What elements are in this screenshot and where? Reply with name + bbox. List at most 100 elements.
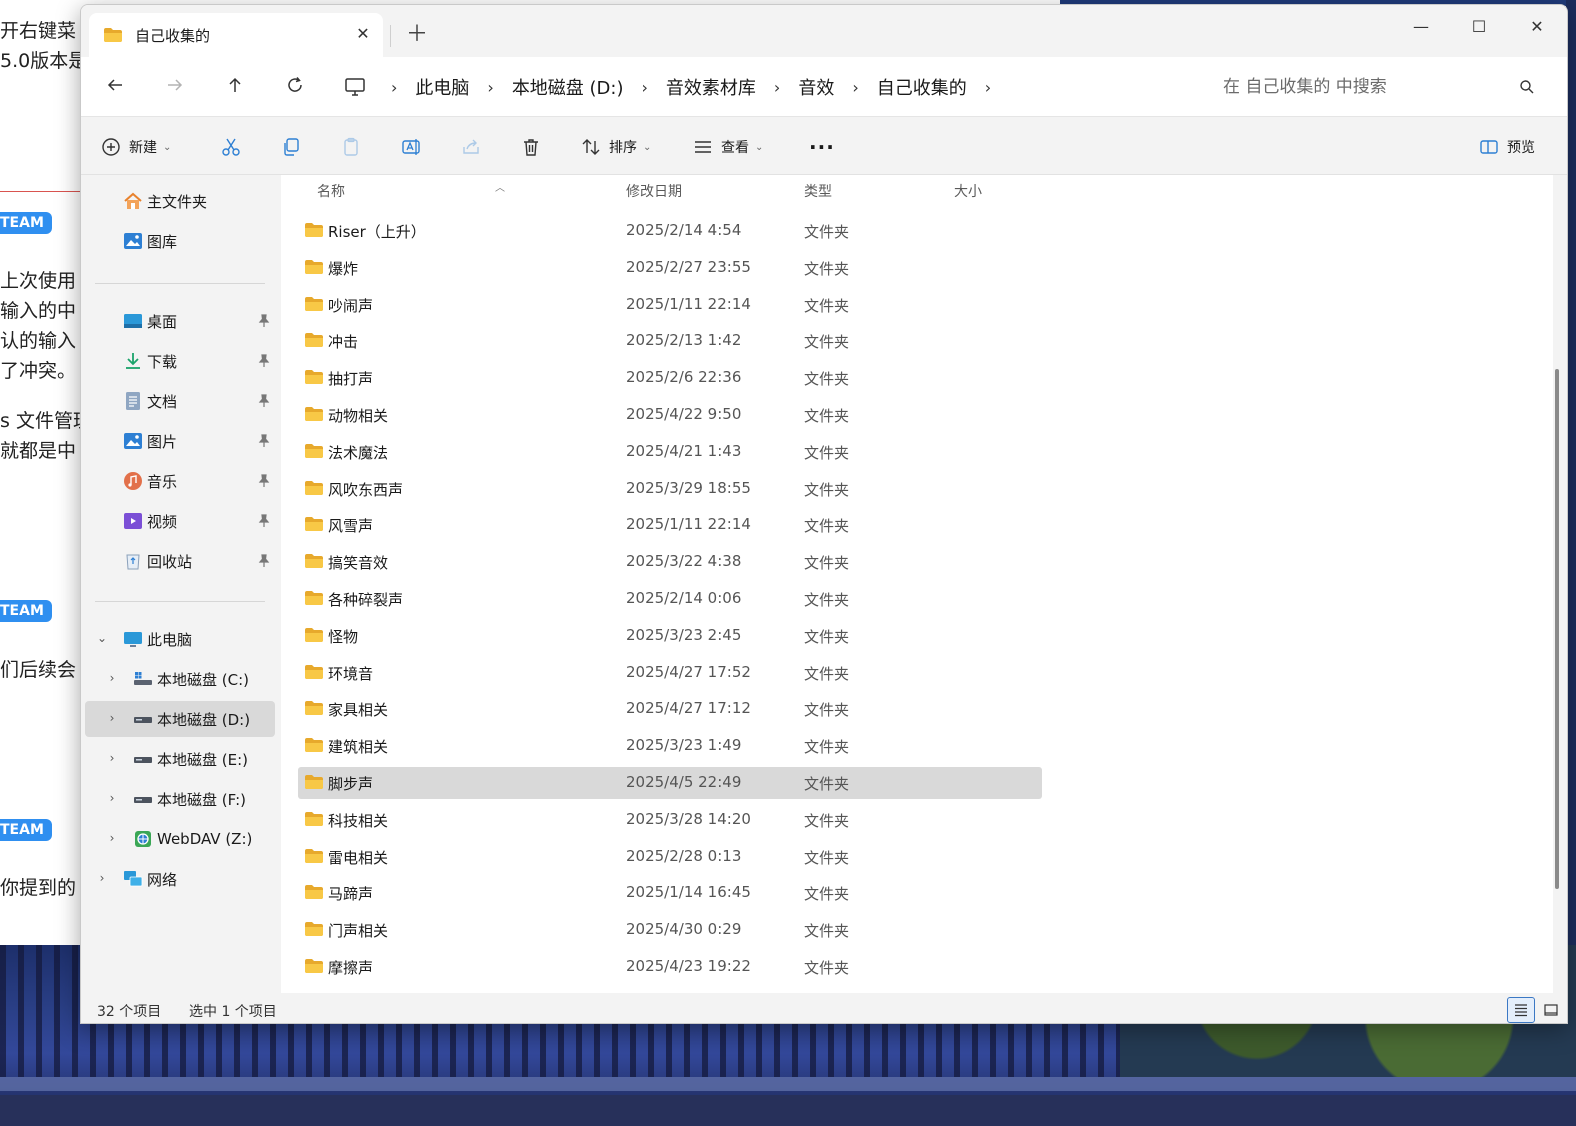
pin-icon[interactable]	[257, 514, 271, 528]
paste-button[interactable]	[341, 133, 361, 161]
chevron-down-icon[interactable]: ⌄	[95, 631, 109, 645]
sidebar-item-drive-d[interactable]: › 本地磁盘 (D:)	[85, 701, 275, 737]
copy-button[interactable]	[281, 133, 301, 161]
table-row[interactable]: 摩擦声 2025/4/23 19:22 文件夹	[298, 951, 1042, 983]
pin-icon[interactable]	[257, 354, 271, 368]
column-header-name[interactable]: 名称 ︿	[317, 181, 505, 201]
table-row[interactable]: 风吹东西声 2025/3/29 18:55 文件夹	[298, 473, 1042, 505]
sidebar-item-documents[interactable]: 文档	[85, 383, 275, 419]
details-view-button[interactable]	[1507, 997, 1535, 1023]
close-tab-icon[interactable]: ✕	[351, 22, 375, 46]
breadcrumb-sound-library[interactable]: 音效素材库	[658, 74, 764, 100]
refresh-button[interactable]	[279, 71, 311, 103]
new-button[interactable]: 新建 ⌄	[101, 133, 171, 161]
sort-button[interactable]: 排序 ⌄	[581, 133, 651, 161]
cut-button[interactable]	[221, 133, 241, 161]
table-row[interactable]: 脚步声 2025/4/5 22:49 文件夹	[298, 767, 1042, 799]
breadcrumb-sound-effects[interactable]: 音效	[790, 74, 842, 100]
table-row[interactable]: 科技相关 2025/3/28 14:20 文件夹	[298, 804, 1042, 836]
table-row[interactable]: 动物相关 2025/4/22 9:50 文件夹	[298, 399, 1042, 431]
breadcrumb-separator[interactable]: ›	[842, 78, 868, 97]
vertical-scrollbar[interactable]	[1555, 369, 1559, 889]
rename-button[interactable]	[401, 133, 421, 161]
breadcrumb-this-pc[interactable]: 此电脑	[407, 74, 477, 100]
table-row[interactable]: 马蹄声 2025/1/14 16:45 文件夹	[298, 877, 1042, 909]
tab-current-folder[interactable]: 自己收集的 ✕	[89, 13, 383, 57]
table-row[interactable]: 各种碎裂声 2025/2/14 0:06 文件夹	[298, 583, 1042, 615]
delete-button[interactable]	[521, 133, 541, 161]
folder-icon	[304, 774, 324, 794]
chevron-right-icon[interactable]: ›	[95, 871, 109, 885]
sidebar-item-pictures[interactable]: 图片	[85, 423, 275, 459]
folder-icon	[304, 222, 324, 242]
forward-button[interactable]	[159, 71, 191, 103]
tiles-view-button[interactable]	[1537, 997, 1565, 1023]
table-row[interactable]: 家具相关 2025/4/27 17:12 文件夹	[298, 693, 1042, 725]
sidebar-item-drive-e[interactable]: › 本地磁盘 (E:)	[85, 741, 275, 777]
table-row[interactable]: 搞笑音效 2025/3/22 4:38 文件夹	[298, 546, 1042, 578]
sidebar-item-music[interactable]: 音乐	[85, 463, 275, 499]
sidebar-item-network[interactable]: › 网络	[85, 861, 275, 897]
table-row[interactable]: 冲击 2025/2/13 1:42 文件夹	[298, 325, 1042, 357]
sidebar-item-home[interactable]: 主文件夹	[85, 183, 275, 219]
pin-icon[interactable]	[257, 474, 271, 488]
breadcrumb-drive-d[interactable]: 本地磁盘 (D:)	[504, 74, 632, 100]
maximize-button[interactable]: ☐	[1459, 11, 1499, 43]
back-button[interactable]	[99, 71, 131, 103]
table-row[interactable]: 爆炸 2025/2/27 23:55 文件夹	[298, 252, 1042, 284]
breadcrumb-separator[interactable]: ›	[477, 78, 503, 97]
chevron-right-icon[interactable]: ›	[105, 711, 119, 725]
folder-icon	[304, 369, 324, 389]
sidebar-item-label: 下载	[147, 352, 178, 371]
file-type: 文件夹	[804, 480, 850, 499]
share-button[interactable]	[461, 133, 481, 161]
sidebar-item-videos[interactable]: 视频	[85, 503, 275, 539]
file-type: 文件夹	[804, 443, 850, 462]
computer-icon[interactable]	[343, 75, 367, 99]
search-input[interactable]	[1201, 69, 1521, 105]
sidebar-item-this-pc[interactable]: ⌄ 此电脑	[85, 621, 275, 657]
chevron-right-icon[interactable]: ›	[105, 671, 119, 685]
sidebar-item-recycle-bin[interactable]: 回收站	[85, 543, 275, 579]
column-header-size[interactable]: 大小	[954, 181, 982, 201]
column-header-type[interactable]: 类型	[804, 181, 832, 201]
table-row[interactable]: 环境音 2025/4/27 17:52 文件夹	[298, 657, 1042, 689]
breadcrumb-current-folder[interactable]: 自己收集的	[869, 74, 975, 100]
sidebar-item-drive-f[interactable]: › 本地磁盘 (F:)	[85, 781, 275, 817]
table-row[interactable]: Riser（上升） 2025/2/14 4:54 文件夹	[298, 215, 1042, 247]
minimize-button[interactable]: —	[1401, 11, 1441, 43]
sidebar-item-webdav[interactable]: › WebDAV (Z:)	[85, 821, 275, 857]
preview-pane-button[interactable]: 预览	[1479, 133, 1535, 161]
pin-icon[interactable]	[257, 314, 271, 328]
close-window-button[interactable]: ✕	[1517, 11, 1557, 43]
chevron-right-icon[interactable]: ›	[105, 751, 119, 765]
search-icon[interactable]	[1519, 79, 1535, 99]
column-header-date[interactable]: 修改日期	[626, 181, 682, 201]
pin-icon[interactable]	[257, 394, 271, 408]
table-row[interactable]: 抽打声 2025/2/6 22:36 文件夹	[298, 362, 1042, 394]
more-options-button[interactable]: ···	[809, 133, 835, 161]
table-row[interactable]: 建筑相关 2025/3/23 1:49 文件夹	[298, 730, 1042, 762]
sidebar-item-gallery[interactable]: 图库	[85, 223, 275, 259]
new-tab-button[interactable]: ＋	[403, 21, 431, 49]
breadcrumb-separator[interactable]: ›	[764, 78, 790, 97]
table-row[interactable]: 怪物 2025/3/23 2:45 文件夹	[298, 620, 1042, 652]
chevron-right-icon[interactable]: ›	[105, 791, 119, 805]
table-row[interactable]: 法术魔法 2025/4/21 1:43 文件夹	[298, 436, 1042, 468]
sidebar-item-drive-c[interactable]: › 本地磁盘 (C:)	[85, 661, 275, 697]
view-button[interactable]: 查看 ⌄	[693, 133, 763, 161]
table-row[interactable]: 吵闹声 2025/1/11 22:14 文件夹	[298, 289, 1042, 321]
table-row[interactable]: 门声相关 2025/4/30 0:29 文件夹	[298, 914, 1042, 946]
file-name: 脚步声	[328, 775, 374, 793]
table-row[interactable]: 雷电相关 2025/2/28 0:13 文件夹	[298, 841, 1042, 873]
pin-icon[interactable]	[257, 434, 271, 448]
sidebar-item-downloads[interactable]: 下载	[85, 343, 275, 379]
chevron-right-icon[interactable]: ›	[105, 831, 119, 845]
breadcrumb-separator[interactable]: ›	[632, 78, 658, 97]
pin-icon[interactable]	[257, 554, 271, 568]
sidebar-item-desktop[interactable]: 桌面	[85, 303, 275, 339]
table-row[interactable]: 风雪声 2025/1/11 22:14 文件夹	[298, 509, 1042, 541]
background-text-line: 上次使用	[0, 270, 77, 292]
breadcrumb-separator[interactable]: ›	[975, 78, 1001, 97]
up-button[interactable]	[219, 71, 251, 103]
